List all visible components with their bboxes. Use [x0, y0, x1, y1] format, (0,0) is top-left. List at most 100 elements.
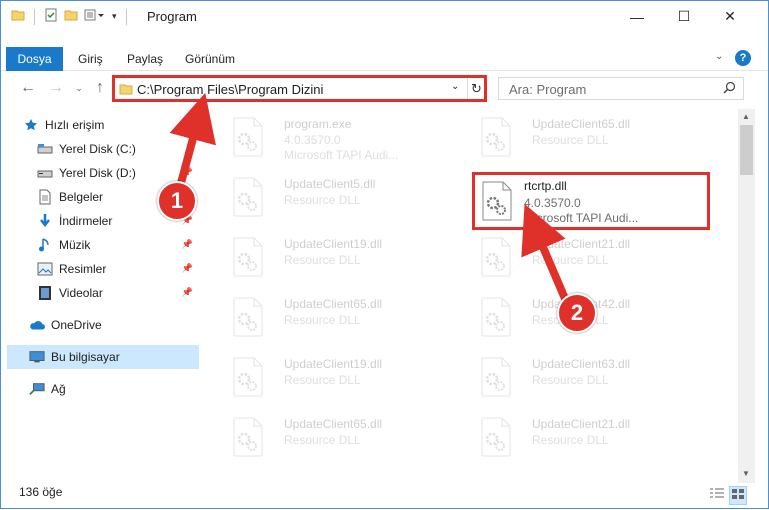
scroll-up-arrow-icon[interactable]: ▲ [742, 112, 750, 121]
highlighted-file[interactable]: rtcrtp.dll 4.0.3570.0 Microsoft TAPI Aud… [472, 172, 710, 230]
file-item[interactable]: UpdateClient19.dll Resource DLL [224, 349, 454, 405]
refresh-icon[interactable]: ↻ [467, 78, 485, 99]
sidebar-item-network[interactable]: Ağ [29, 377, 199, 401]
file-name[interactable]: UpdateClient19.dll [284, 357, 382, 371]
properties-icon[interactable] [44, 8, 58, 25]
search-placeholder: Ara: Program [509, 82, 587, 97]
pin-icon[interactable]: 📌 [182, 263, 193, 274]
scroll-down-arrow-icon[interactable]: ▼ [742, 469, 750, 478]
folder-icon [119, 82, 133, 99]
pin-icon[interactable]: 📌 [182, 239, 193, 250]
large-icons-view-icon[interactable] [729, 486, 747, 505]
file-subtitle: Resource DLL [532, 253, 609, 267]
dropdown-arrow-icon[interactable]: ▾ [112, 11, 117, 22]
sidebar-item-label: Resimler [59, 262, 107, 276]
dll-file-icon [481, 181, 513, 224]
tab-home[interactable]: Giriş [78, 47, 103, 71]
forward-arrow-icon[interactable]: → [46, 78, 66, 98]
file-name[interactable]: rtcrtp.dll [524, 179, 567, 193]
sidebar-item-this-pc[interactable]: Bu bilgisayar [7, 345, 199, 369]
file-item[interactable]: program.exe 4.0.3570.0 Microsoft TAPI Audi… [224, 109, 454, 165]
pin-icon[interactable]: 📌 [182, 287, 193, 298]
close-button[interactable]: ✕ [707, 1, 753, 32]
file-name[interactable]: UpdateClient21.dll [532, 417, 630, 431]
file-item[interactable]: UpdateClient65.dll Resource DLL [472, 109, 702, 165]
file-item[interactable]: UpdateClient65.dll Resource DLL [224, 409, 454, 465]
file-subtitle: Resource DLL [284, 193, 361, 207]
search-input[interactable]: Ara: Program [498, 77, 744, 100]
drive-icon [37, 165, 53, 181]
sidebar-item-label: İndirmeler [59, 214, 113, 228]
drive-icon [37, 141, 53, 157]
folder-icon[interactable] [11, 8, 25, 25]
tab-share[interactable]: Paylaş [127, 47, 163, 71]
ribbon-tabs: Dosya Giriş Paylaş Görünüm ⌄ ? [1, 47, 768, 71]
file-subtitle: Resource DLL [284, 313, 361, 327]
file-subtitle: Resource DLL [532, 433, 609, 447]
file-name[interactable]: UpdateClient65.dll [532, 117, 630, 131]
dll-file-icon [480, 417, 514, 457]
up-arrow-icon[interactable]: ↑ [90, 78, 110, 98]
file-name[interactable]: UpdateClient19.dll [284, 237, 382, 251]
file-name[interactable]: UpdateClient5.dll [284, 177, 375, 191]
sidebar-item-music[interactable]: Müzik 📌 [37, 233, 199, 257]
dll-file-icon [232, 417, 266, 457]
file-item[interactable]: UpdateClient19.dll Resource DLL [224, 229, 454, 285]
file-item[interactable]: UpdateClient21.dll Resource DLL [472, 409, 702, 465]
status-bar: 136 öğe [1, 482, 768, 508]
download-icon [37, 213, 53, 229]
pictures-icon [37, 261, 53, 277]
pin-icon[interactable]: 📌 [182, 167, 193, 178]
sidebar-item-label: Bu bilgisayar [51, 350, 120, 364]
address-bar[interactable]: C:\Program Files\Program Dizini ⌄ ↻ [112, 75, 487, 102]
minimize-button[interactable]: — [614, 1, 660, 32]
documents-icon [37, 189, 53, 205]
file-name[interactable]: UpdateClient65.dll [284, 417, 382, 431]
file-item[interactable]: UpdateClient65.dll Resource DLL [224, 289, 454, 345]
details-view-icon[interactable] [709, 486, 725, 505]
back-arrow-icon[interactable]: ← [18, 78, 38, 98]
dll-file-icon [232, 357, 266, 397]
new-folder-icon[interactable] [64, 8, 78, 25]
title-bar: ▾ Program — ☐ ✕ [1, 1, 768, 32]
dll-file-icon [232, 297, 266, 337]
customize-qat-icon[interactable] [84, 8, 106, 25]
chevron-down-icon[interactable]: ⌄ [715, 51, 723, 62]
sidebar-item-label: Yerel Disk (C:) [59, 142, 136, 156]
file-item[interactable]: UpdateClient5.dll Resource DLL [224, 169, 454, 225]
file-name[interactable]: program.exe [284, 117, 351, 131]
sidebar-item-videos[interactable]: Videolar 📌 [37, 281, 199, 305]
item-count: 136 öğe [19, 485, 63, 499]
recent-locations-icon[interactable]: ⌄ [69, 78, 89, 98]
file-item[interactable]: UpdateClient21.dll Resource DLL [472, 229, 702, 285]
file-subtitle: Resource DLL [532, 373, 609, 387]
explorer-window: ▾ Program — ☐ ✕ Dosya Giriş Paylaş Görün… [0, 0, 769, 509]
step-2-badge: 2 [557, 293, 597, 333]
sidebar-item-quick-access[interactable]: Hızlı erişim [23, 113, 221, 137]
file-item[interactable]: UpdateClient63.dll Resource DLL [472, 349, 702, 405]
tab-view[interactable]: Görünüm [185, 47, 235, 71]
sidebar-item-label: Belgeler [59, 190, 104, 204]
dll-file-icon [232, 237, 266, 277]
maximize-button[interactable]: ☐ [661, 1, 707, 32]
dll-file-icon [480, 357, 514, 397]
sidebar-item-label: Yerel Disk (D:) [59, 166, 136, 180]
network-icon [29, 381, 45, 397]
sidebar-item-pictures[interactable]: Resimler 📌 [37, 257, 199, 281]
sidebar-item-label: Videolar [59, 286, 103, 300]
file-name[interactable]: UpdateClient65.dll [284, 297, 382, 311]
vertical-scrollbar[interactable]: ▲ ▼ [738, 109, 755, 483]
tab-file[interactable]: Dosya [6, 47, 63, 71]
sidebar-item-onedrive[interactable]: OneDrive [29, 313, 199, 337]
file-name[interactable]: UpdateClient63.dll [532, 357, 630, 371]
navigation-pane: Hızlı erişim Yerel Disk (C:) Yerel Disk … [1, 109, 201, 479]
file-version: 4.0.3570.0 [524, 196, 581, 210]
music-icon [37, 237, 53, 253]
file-name[interactable]: UpdateClient21.dll [532, 237, 630, 251]
chevron-down-icon[interactable]: ⌄ [451, 81, 459, 92]
sidebar-item-drive-c[interactable]: Yerel Disk (C:) [37, 137, 199, 161]
address-path[interactable]: C:\Program Files\Program Dizini [137, 82, 323, 97]
help-button[interactable]: ? [735, 50, 751, 66]
scrollbar-thumb[interactable] [740, 125, 753, 175]
search-icon[interactable] [723, 81, 736, 97]
